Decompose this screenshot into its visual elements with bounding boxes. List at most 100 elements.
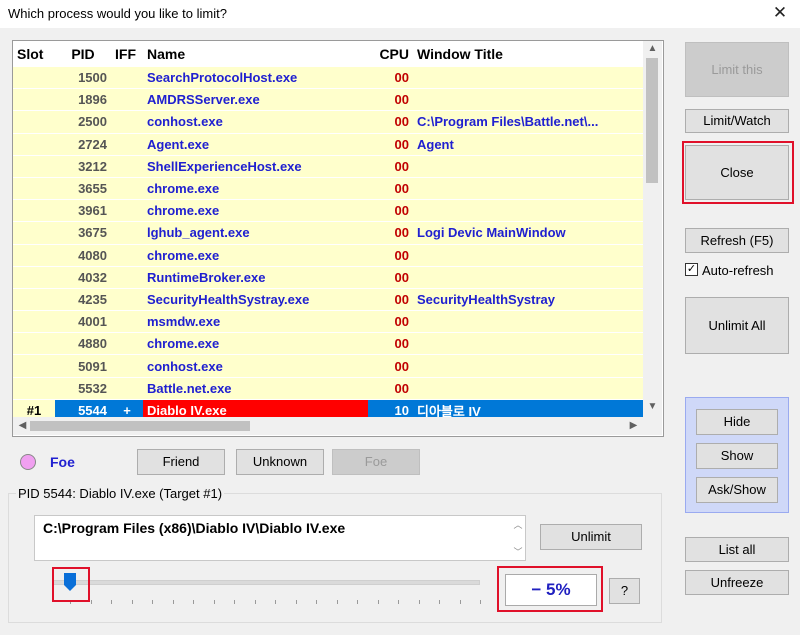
unlimit-all-button[interactable]: Unlimit All	[685, 297, 789, 354]
friend-button[interactable]: Friend	[137, 449, 225, 475]
ask-show-button[interactable]: Ask/Show	[696, 477, 778, 503]
table-row-selected[interactable]: #1 5544 + Diablo IV.exe 10 디아블로 IV	[13, 399, 643, 417]
table-row[interactable]: 5532 Battle.net.exe 00	[13, 377, 643, 400]
cell-cpu: 00	[368, 155, 413, 178]
unfreeze-button[interactable]: Unfreeze	[685, 570, 789, 595]
cell-title	[413, 377, 643, 400]
table-row[interactable]: 2500 conhost.exe 00 C:\Program Files\Battle…	[13, 110, 643, 134]
table-row[interactable]: 4880 chrome.exe 00	[13, 332, 643, 356]
cell-pid: 3675	[55, 221, 111, 245]
cell-title	[413, 199, 643, 223]
column-header-iff[interactable]: IFF	[111, 41, 143, 67]
slider-tick	[152, 600, 153, 604]
slider-tick	[254, 600, 256, 604]
column-header-name[interactable]: Name	[143, 41, 368, 67]
close-button-highlight	[682, 141, 794, 204]
path-scroll-down-icon[interactable]: ﹀	[511, 545, 525, 558]
cell-slot	[13, 354, 55, 378]
column-header-pid[interactable]: PID	[55, 41, 111, 67]
table-row[interactable]: 3961 chrome.exe 00	[13, 199, 643, 223]
table-row[interactable]: 4235 SecurityHealthSystray.exe 00 SecurityH…	[13, 288, 643, 312]
table-row[interactable]: 1500 SearchProtocolHost.exe 00	[13, 67, 643, 90]
table-row[interactable]: 2724 Agent.exe 00 Agent	[13, 133, 643, 156]
cell-title	[413, 177, 643, 201]
limit-watch-button[interactable]: Limit/Watch	[685, 109, 789, 133]
slider-tick	[398, 600, 399, 604]
auto-refresh-label[interactable]: Auto-refresh	[702, 263, 774, 278]
help-button[interactable]: ?	[609, 578, 640, 604]
slider-tick	[111, 600, 112, 604]
limit-this-button[interactable]: Limit this	[685, 42, 789, 97]
cell-title	[413, 332, 643, 356]
cell-cpu: 00	[368, 133, 413, 156]
scroll-corner	[643, 417, 662, 435]
window-close-icon[interactable]: ✕	[770, 3, 790, 23]
table-row[interactable]: 5091 conhost.exe 00	[13, 354, 643, 378]
auto-refresh-checkbox[interactable]: ✓	[685, 263, 698, 276]
cell-pid: 5091	[55, 354, 111, 378]
refresh-button[interactable]: Refresh (F5)	[685, 228, 789, 253]
cell-cpu: 10	[368, 399, 413, 417]
hide-button[interactable]: Hide	[696, 409, 778, 435]
table-row[interactable]: 4032 RuntimeBroker.exe 00	[13, 266, 643, 289]
cell-pid: 2500	[55, 110, 111, 134]
scroll-down-icon[interactable]: ▼	[643, 399, 662, 415]
path-scrollbar[interactable]: ︿ ﹀	[511, 516, 525, 560]
column-header-cpu[interactable]: CPU	[368, 41, 413, 67]
column-header-slot[interactable]: Slot	[13, 41, 55, 67]
cell-cpu: 00	[368, 266, 413, 289]
unlimit-button[interactable]: Unlimit	[540, 524, 642, 550]
table-row[interactable]: 3675 lghub_agent.exe 00 Logi Devic MainWind…	[13, 221, 643, 245]
list-all-button[interactable]: List all	[685, 537, 789, 562]
cell-title: SecurityHealthSystray	[413, 288, 643, 312]
cell-title	[413, 67, 643, 90]
cell-title: C:\Program Files\Battle.net\...	[413, 110, 643, 134]
slider-tick	[480, 600, 481, 604]
cell-cpu: 00	[368, 88, 413, 112]
cell-slot	[13, 288, 55, 312]
column-header-window-title[interactable]: Window Title	[413, 41, 643, 67]
horizontal-scroll-thumb[interactable]	[30, 421, 250, 431]
cell-slot	[13, 244, 55, 267]
slider-thumb-highlight	[52, 567, 90, 602]
cell-slot	[13, 377, 55, 400]
cell-cpu: 00	[368, 310, 413, 334]
foe-button[interactable]: Foe	[332, 449, 420, 475]
slider-tick	[459, 600, 461, 604]
iff-status-icon	[20, 454, 36, 470]
table-row[interactable]: 4001 msmdw.exe 00	[13, 310, 643, 334]
cell-name: conhost.exe	[143, 354, 368, 378]
cell-title	[413, 244, 643, 267]
cell-pid: 5532	[55, 377, 111, 400]
target-path-field[interactable]: C:\Program Files (x86)\Diablo IV\Diablo …	[34, 515, 526, 561]
cell-cpu: 00	[368, 244, 413, 267]
table-row[interactable]: 1896 AMDRSServer.exe 00	[13, 88, 643, 112]
scroll-right-icon[interactable]: ▶	[624, 418, 643, 434]
limit-slider-track[interactable]	[52, 580, 480, 585]
slider-tick	[295, 600, 297, 604]
scroll-up-icon[interactable]: ▲	[643, 41, 662, 57]
cell-cpu: 00	[368, 332, 413, 356]
cell-iff	[111, 221, 143, 245]
table-row[interactable]: 3655 chrome.exe 00	[13, 177, 643, 201]
slider-tick	[439, 600, 440, 604]
cell-slot	[13, 177, 55, 201]
table-row[interactable]: 4080 chrome.exe 00	[13, 244, 643, 267]
show-button[interactable]: Show	[696, 443, 778, 469]
cell-name: chrome.exe	[143, 332, 368, 356]
path-scroll-up-icon[interactable]: ︿	[511, 518, 525, 531]
window-title: Which process would you like to limit?	[8, 6, 227, 21]
cell-iff	[111, 110, 143, 134]
cell-iff	[111, 133, 143, 156]
cell-iff	[111, 332, 143, 356]
process-list[interactable]: Slot PID IFF Name CPU Window Title 1500 S…	[12, 40, 664, 437]
cell-pid: 2724	[55, 133, 111, 156]
cell-name: SecurityHealthSystray.exe	[143, 288, 368, 312]
cell-pid: 3212	[55, 155, 111, 178]
unknown-button[interactable]: Unknown	[236, 449, 324, 475]
cell-pid: 4880	[55, 332, 111, 356]
cell-name: RuntimeBroker.exe	[143, 266, 368, 289]
vertical-scroll-thumb[interactable]	[646, 58, 658, 183]
cell-title	[413, 155, 643, 178]
table-row[interactable]: 3212 ShellExperienceHost.exe 00	[13, 155, 643, 178]
